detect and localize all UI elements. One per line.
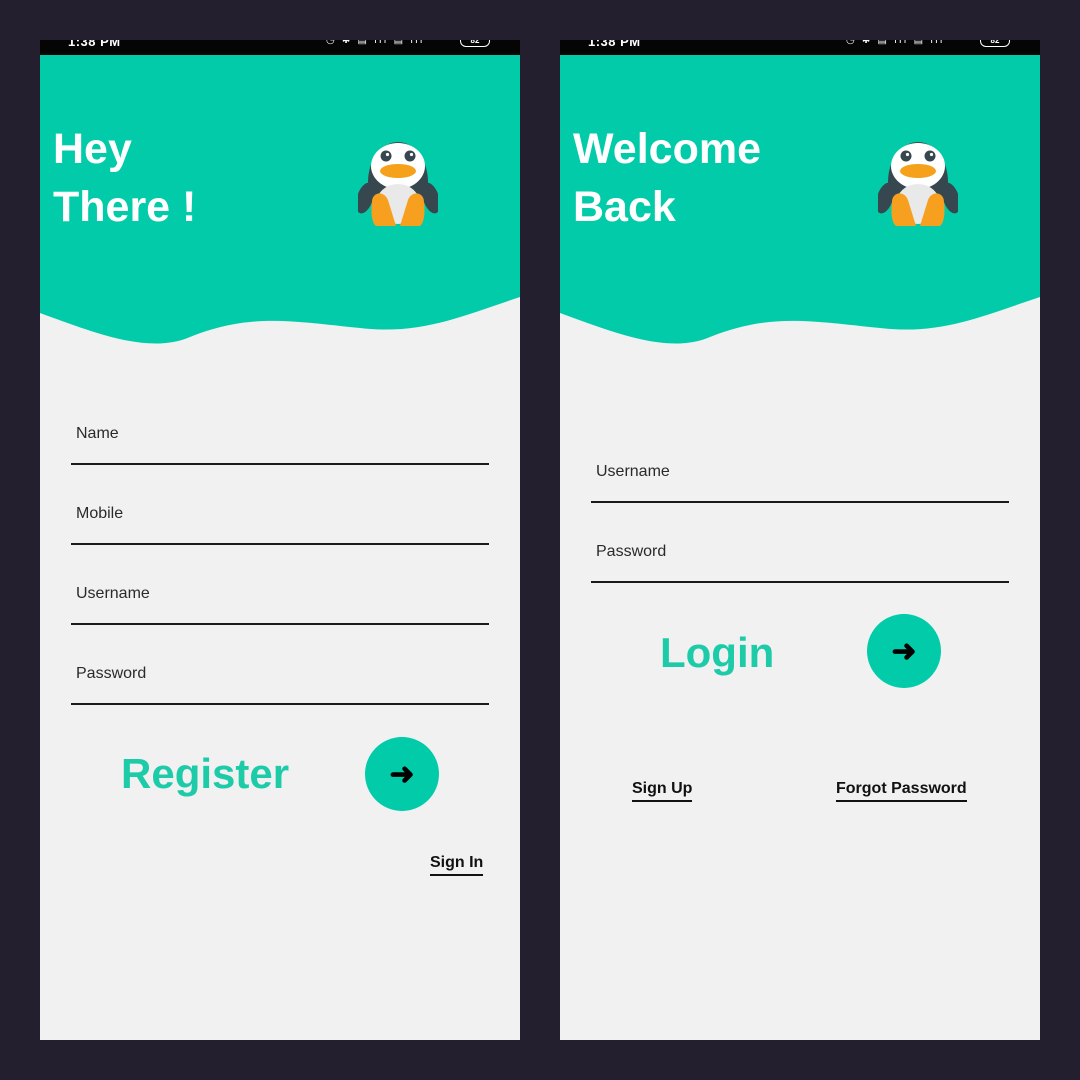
username-field-label: Username [596, 463, 670, 480]
status-time: 1:38 PM [68, 40, 121, 49]
page-title: Hey There ! [53, 120, 196, 236]
password-field-label: Password [596, 543, 667, 560]
network-icons: ◔ ✱ ▤ ıll ▤ ıll [326, 40, 425, 46]
register-screen: 1:38 PM ◔ ✱ ▤ ıll ▤ ıll 82 Hey There ! N… [40, 40, 520, 1040]
title-line-1: Welcome [573, 125, 761, 173]
title-line-1: Hey [53, 125, 132, 173]
battery-icon: 82 [980, 40, 1010, 47]
status-bar: 1:38 PM ◔ ✱ ▤ ıll ▤ ıll 82 [560, 40, 1040, 55]
status-bar: 1:38 PM ◔ ✱ ▤ ıll ▤ ıll 82 [40, 40, 520, 55]
login-label[interactable]: Login [660, 629, 774, 677]
status-time: 1:38 PM [588, 40, 641, 49]
battery-icon: 82 [460, 40, 490, 47]
sign-in-link[interactable]: Sign In [430, 853, 484, 876]
login-screen: 1:38 PM ◔ ✱ ▤ ıll ▤ ıll 82 Welcome Back … [560, 40, 1040, 1040]
page-title: Welcome Back [573, 120, 761, 236]
password-field-label: Password [76, 665, 147, 682]
name-field[interactable]: Name [71, 423, 489, 465]
username-field[interactable]: Username [71, 583, 489, 625]
mobile-field[interactable]: Mobile [71, 503, 489, 545]
arrow-right-icon: ➜ [891, 634, 917, 668]
sign-up-link[interactable]: Sign Up [632, 779, 693, 802]
title-line-2: There ! [53, 183, 197, 231]
penguin-icon [878, 142, 958, 226]
mobile-field-label: Mobile [76, 505, 124, 522]
password-field[interactable]: Password [591, 541, 1009, 583]
penguin-icon [358, 142, 438, 226]
name-field-label: Name [76, 425, 119, 442]
password-field[interactable]: Password [71, 663, 489, 705]
register-button[interactable]: ➜ [365, 737, 439, 811]
title-line-2: Back [573, 183, 676, 231]
login-button[interactable]: ➜ [867, 614, 941, 688]
forgot-password-link[interactable]: Forgot Password [836, 779, 967, 802]
register-label[interactable]: Register [121, 750, 289, 798]
username-field-label: Username [76, 585, 150, 602]
username-field[interactable]: Username [591, 461, 1009, 503]
arrow-right-icon: ➜ [389, 757, 415, 791]
network-icons: ◔ ✱ ▤ ıll ▤ ıll [846, 40, 945, 46]
